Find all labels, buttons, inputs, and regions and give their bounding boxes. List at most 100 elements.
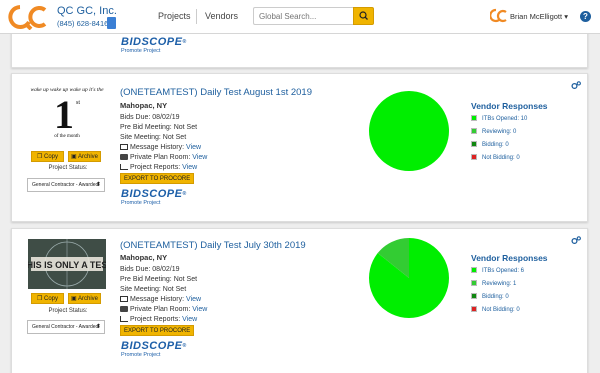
copy-button[interactable]: ❐ Copy — [31, 293, 64, 304]
company-logo[interactable] — [8, 4, 48, 30]
plan-room-view-link[interactable]: View — [192, 306, 207, 313]
project-status-value: General Contractor - Awarded — [32, 324, 99, 330]
archive-label: Archive — [78, 154, 99, 160]
bids-due: Bids Due: 08/02/19 — [120, 114, 180, 121]
phone-icon[interactable] — [107, 17, 116, 29]
plan-room-label: Private Plan Room: — [130, 154, 191, 161]
envelope-icon — [120, 144, 128, 151]
nav-vendors[interactable]: Vendors — [205, 11, 238, 21]
project-location: Mahopac, NY — [120, 253, 168, 262]
legend-bidding: Bidding: 0 — [471, 293, 509, 301]
bar-chart-icon — [120, 316, 128, 323]
vendor-responses-title: Vendor Responses — [471, 253, 548, 263]
user-name: Brian McElligott — [510, 12, 563, 21]
plan-room-row: Private Plan Room: View — [120, 154, 207, 161]
export-to-procore-button[interactable]: EXPORT TO PROCORE — [120, 325, 195, 336]
search-button[interactable] — [353, 7, 374, 25]
global-search-input[interactable] — [253, 7, 353, 25]
project-title[interactable]: (ONETEAMTEST) Daily Test July 30th 2019 — [120, 240, 306, 251]
project-reports-view-link[interactable]: View — [182, 316, 197, 323]
bidscope-logo[interactable]: BIDSCOPE® Promote Project — [121, 341, 187, 359]
plan-room-view-link[interactable]: View — [192, 154, 207, 161]
company-name: QC GC, Inc. — [57, 5, 117, 17]
site-meeting: Site Meeting: Not Set — [120, 134, 187, 141]
message-history-view-link[interactable]: View — [186, 296, 201, 303]
caret-down-icon: ▾ — [564, 12, 568, 21]
project-card: THIS IS ONLY A TEST ❐ Copy ▣ Archive Pro… — [11, 228, 588, 373]
promote-project-link[interactable]: Promote Project — [121, 352, 187, 359]
company-phone: (845) 628-8416 — [57, 19, 109, 28]
copy-icon: ❐ — [36, 296, 43, 302]
copy-icon: ❐ — [36, 154, 43, 160]
legend-label: Bidding: 0 — [482, 294, 509, 300]
project-reports-label: Project Reports: — [130, 316, 181, 323]
archive-label: Archive — [78, 296, 99, 302]
archive-button[interactable]: ▣ Archive — [68, 293, 101, 304]
project-status-select[interactable]: General Contractor - Awarded ⬍ — [27, 320, 105, 334]
settings-gears-icon[interactable] — [571, 81, 581, 90]
project-thumbnail[interactable]: THIS IS ONLY A TEST — [28, 239, 106, 289]
svg-text:of the month: of the month — [54, 134, 80, 139]
legend-bidding: Bidding: 0 — [471, 141, 509, 149]
bidscope-logo[interactable]: BIDSCOPE® Promote Project — [121, 37, 187, 55]
promote-project-link[interactable]: Promote Project — [121, 48, 187, 55]
legend-not-bidding: Not Bidding: 0 — [471, 306, 520, 314]
legend-swatch — [471, 293, 477, 299]
legend-not-bidding: Not Bidding: 0 — [471, 154, 520, 162]
archive-button[interactable]: ▣ Archive — [68, 151, 101, 162]
copy-label: Copy — [44, 296, 59, 302]
select-caret-icon: ⬍ — [95, 324, 101, 330]
project-thumbnail-art: wake up wake up wake up it's the 1 st of… — [30, 87, 104, 139]
legend-itbs-opened: ITBs Opened: 6 — [471, 267, 524, 275]
bids-due: Bids Due: 08/02/19 — [120, 266, 180, 273]
project-reports-label: Project Reports: — [130, 164, 181, 171]
legend-reviewing: Reviewing: 1 — [471, 280, 516, 288]
project-reports-row: Project Reports: View — [120, 164, 197, 171]
legend-label: Reviewing: 1 — [482, 281, 517, 287]
legend-label: Not Bidding: 0 — [482, 155, 520, 161]
legend-label: ITBs Opened: 6 — [482, 268, 525, 274]
legend-swatch — [471, 306, 477, 312]
nav-divider — [196, 9, 197, 24]
svg-text:THIS IS ONLY A TEST: THIS IS ONLY A TEST — [28, 260, 106, 270]
project-thumbnail-art: THIS IS ONLY A TEST — [28, 239, 106, 289]
legend-itbs-opened: ITBs Opened: 10 — [471, 115, 527, 123]
message-history-row: Message History: View — [120, 296, 201, 303]
nav-projects[interactable]: Projects — [158, 11, 191, 21]
message-history-row: Message History: View — [120, 144, 201, 151]
message-history-label: Message History: — [130, 144, 185, 151]
project-status-select[interactable]: General Contractor - Awarded ⬍ — [27, 178, 105, 192]
user-company-logo — [490, 8, 507, 23]
help-icon[interactable]: ? — [580, 11, 591, 22]
envelope-icon — [120, 296, 128, 303]
top-navbar: QC GC, Inc. (845) 628-8416 Projects Vend… — [0, 0, 600, 34]
copy-button[interactable]: ❐ Copy — [31, 151, 64, 162]
project-status-label: Project Status: — [48, 308, 88, 314]
legend-label: Bidding: 0 — [482, 142, 509, 148]
svg-text:1: 1 — [54, 92, 74, 137]
archive-icon: ▣ — [70, 296, 77, 302]
project-reports-row: Project Reports: View — [120, 316, 197, 323]
bidscope-logo[interactable]: BIDSCOPE® Promote Project — [121, 189, 187, 207]
user-menu[interactable]: Brian McElligott ▾ — [510, 12, 568, 21]
settings-gears-icon[interactable] — [571, 236, 581, 245]
promote-project-link[interactable]: Promote Project — [121, 200, 187, 207]
bidscope-name: BIDSCOPE® — [121, 36, 187, 48]
copy-label: Copy — [44, 154, 59, 160]
project-location: Mahopac, NY — [120, 101, 168, 110]
message-history-view-link[interactable]: View — [186, 144, 201, 151]
project-thumbnail[interactable]: wake up wake up wake up it's the 1 st of… — [28, 82, 106, 140]
project-title[interactable]: (ONETEAMTEST) Daily Test August 1st 2019 — [120, 87, 312, 98]
project-reports-view-link[interactable]: View — [182, 164, 197, 171]
vendor-response-pie-chart — [369, 238, 449, 318]
legend-swatch — [471, 154, 477, 160]
legend-label: Not Bidding: 0 — [482, 307, 520, 313]
legend-swatch — [471, 280, 477, 286]
archive-icon: ▣ — [70, 154, 77, 160]
legend-swatch — [471, 141, 477, 147]
export-to-procore-button[interactable]: EXPORT TO PROCORE — [120, 173, 195, 184]
search-icon — [359, 11, 368, 20]
pie-slice-opened — [369, 91, 449, 171]
pre-bid-meeting: Pre Bid Meeting: Not Set — [120, 124, 198, 131]
bidscope-name: BIDSCOPE® — [121, 340, 187, 352]
